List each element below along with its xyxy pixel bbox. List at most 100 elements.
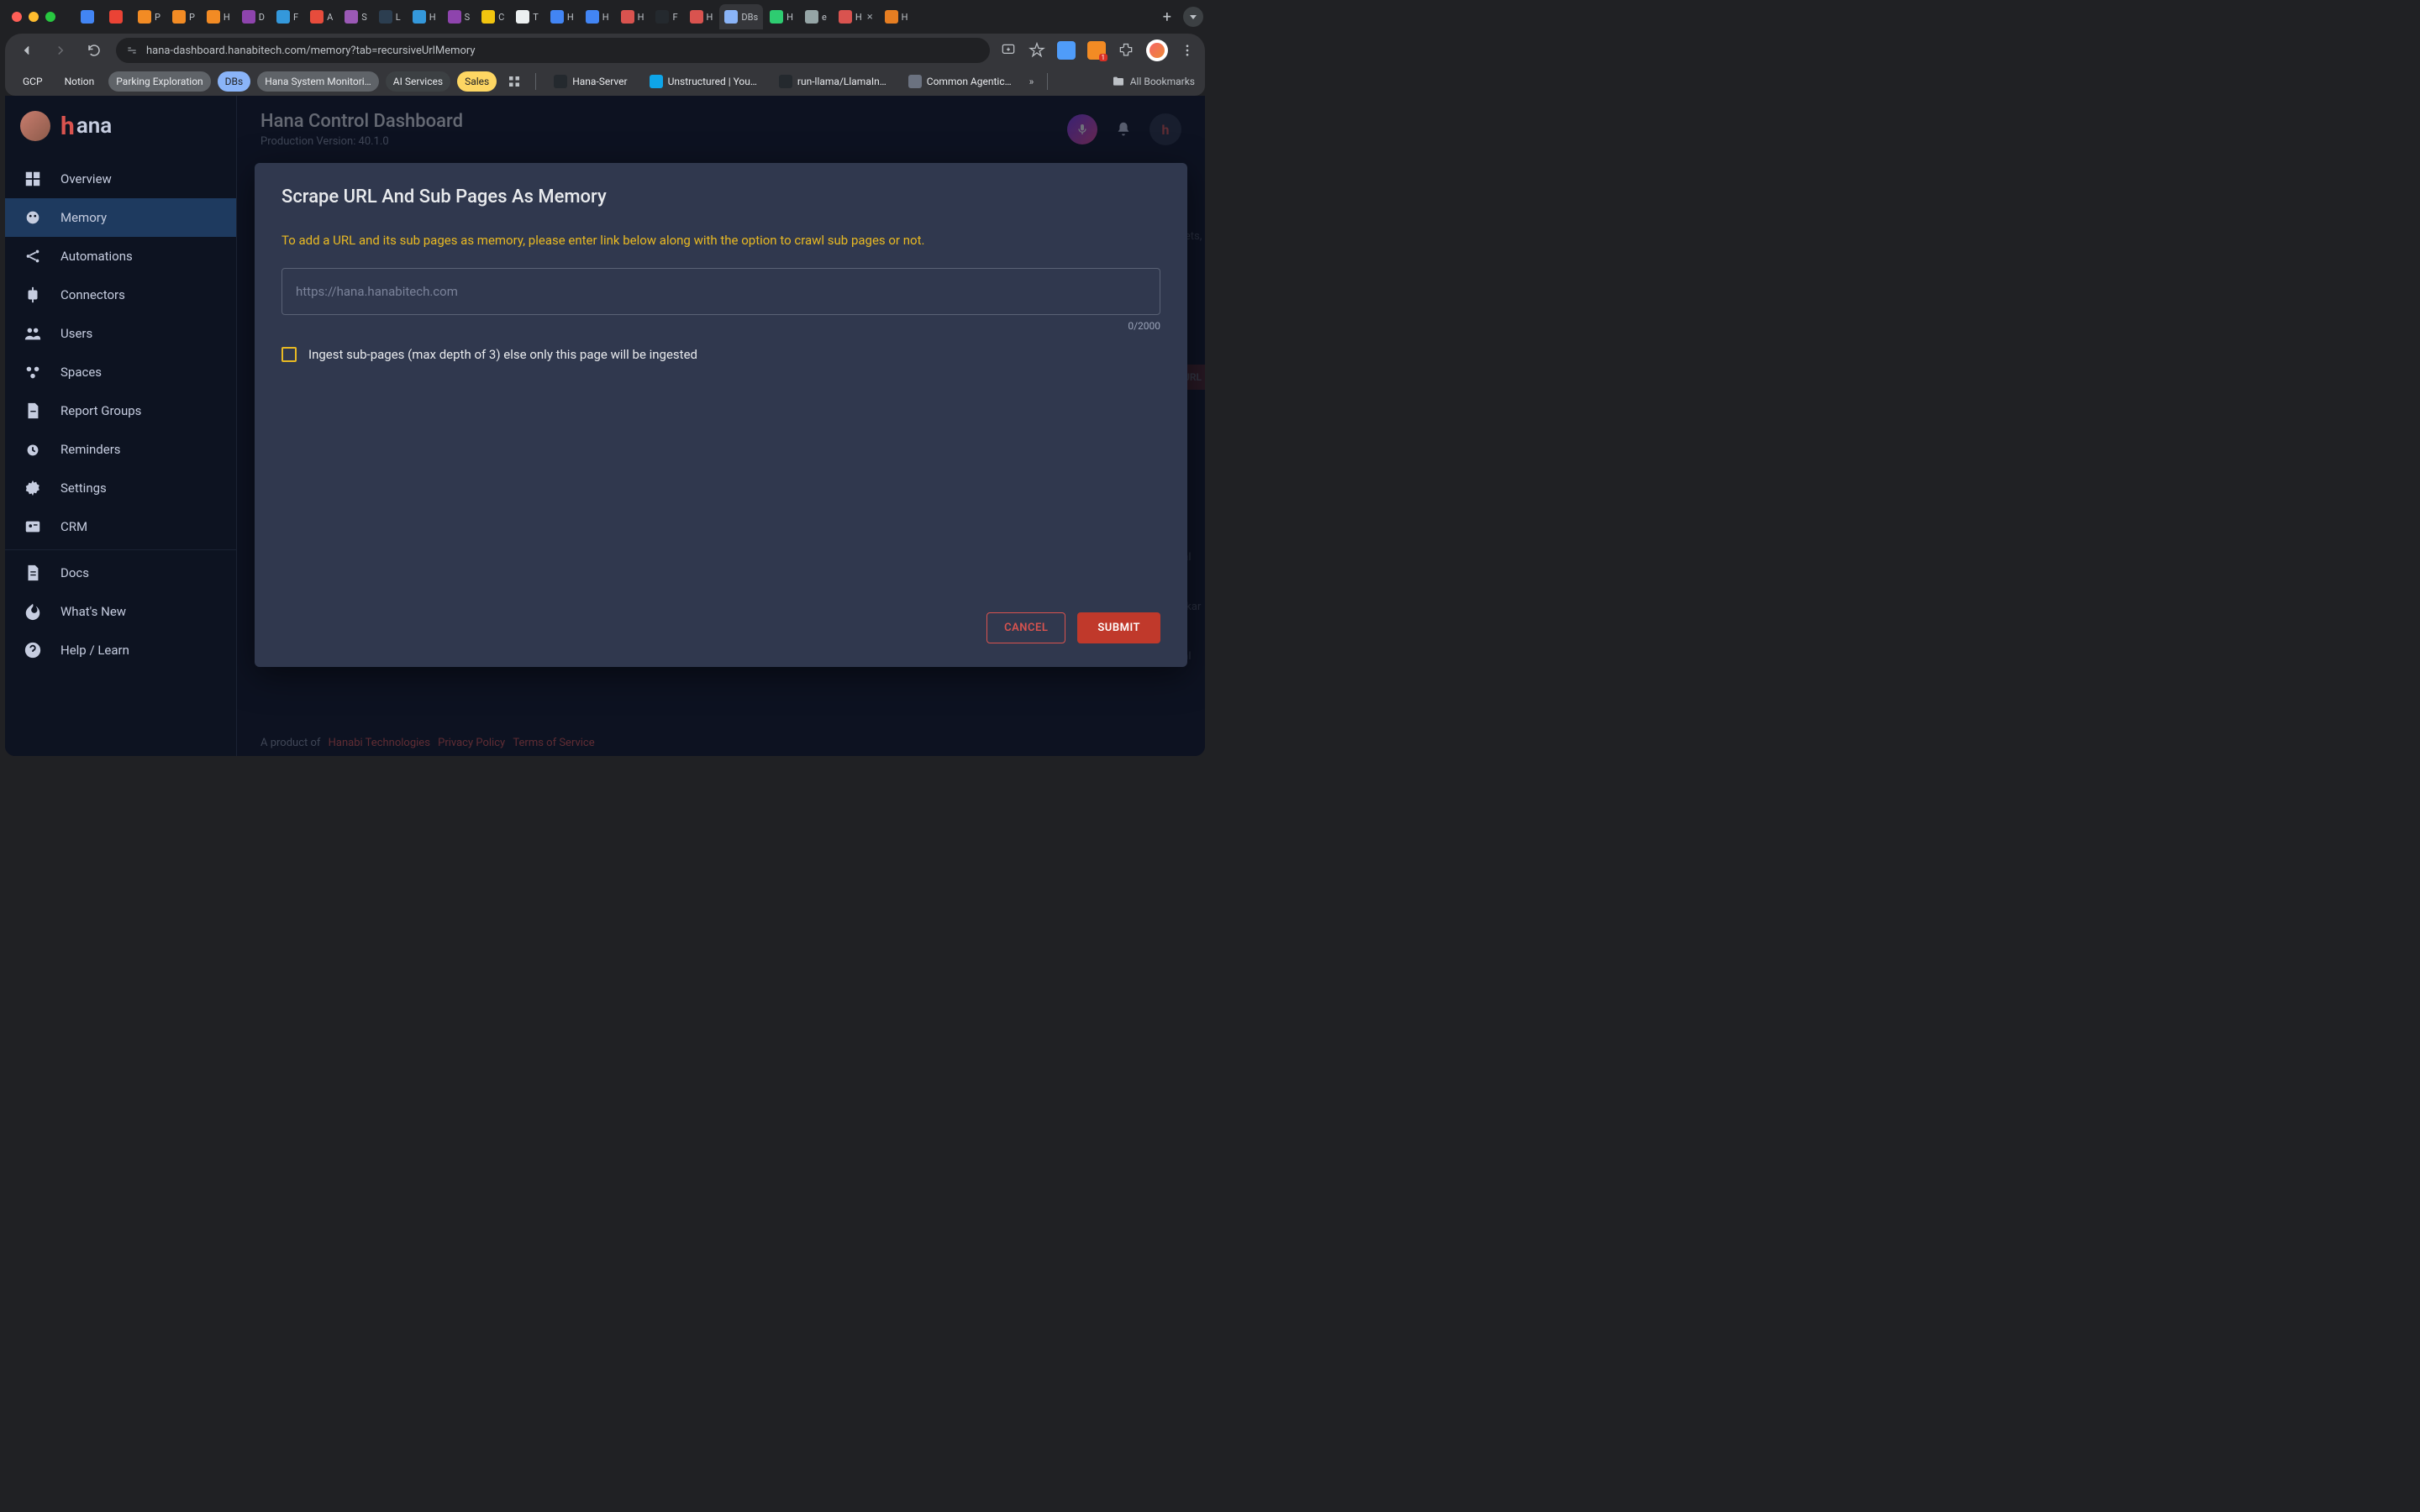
fire-icon	[24, 602, 42, 621]
bookmark-pill[interactable]: GCP	[15, 71, 50, 92]
all-bookmarks-folder[interactable]: All Bookmarks	[1112, 75, 1195, 88]
forward-button[interactable]	[49, 39, 72, 62]
profile-avatar[interactable]	[1146, 39, 1168, 61]
sidebar-item-connectors[interactable]: Connectors	[5, 276, 236, 314]
browser-tab[interactable]: F	[650, 4, 682, 29]
bookmark-star-icon[interactable]	[1028, 42, 1045, 59]
reload-button[interactable]	[82, 39, 106, 62]
browser-tab[interactable]: P	[133, 4, 166, 29]
plug-icon	[24, 286, 42, 304]
tab-favicon-icon	[621, 10, 634, 24]
install-app-icon[interactable]	[1000, 42, 1017, 59]
bookmark-pill[interactable]: Notion	[57, 71, 103, 92]
browser-tab[interactable]: T	[511, 4, 544, 29]
bookmark-pill[interactable]: Hana System Monitori…	[257, 71, 379, 92]
sidebar-item-docs[interactable]: Docs	[5, 554, 236, 592]
sidebar-item-settings[interactable]: Settings	[5, 469, 236, 507]
address-bar[interactable]: hana-dashboard.hanabitech.com/memory?tab…	[116, 38, 990, 63]
tab-favicon-icon	[690, 10, 703, 24]
tab-favicon-icon	[655, 10, 669, 24]
browser-tab[interactable]: S	[339, 4, 372, 29]
chevron-down-icon	[1190, 15, 1197, 19]
browser-tab[interactable]: C	[476, 4, 509, 29]
bookmark-pill[interactable]: DBs	[218, 71, 251, 92]
minimize-window-icon[interactable]	[29, 12, 39, 22]
close-window-icon[interactable]	[12, 12, 22, 22]
browser-tab[interactable]: H	[581, 4, 614, 29]
ingest-subpages-checkbox[interactable]	[281, 347, 297, 362]
modal-description: To add a URL and its sub pages as memory…	[281, 233, 1160, 248]
sidebar-item-users[interactable]: Users	[5, 314, 236, 353]
browser-tab[interactable]: H	[685, 4, 718, 29]
modal-backdrop[interactable]: Scrape URL And Sub Pages As Memory To ad…	[237, 96, 1205, 756]
browser-tab[interactable]: e	[800, 4, 832, 29]
bookmark-favicon-icon	[554, 75, 567, 88]
browser-tab[interactable]: H	[880, 4, 913, 29]
browser-tab[interactable]: L	[374, 4, 406, 29]
bookmark-pill[interactable]: Parking Exploration	[108, 71, 210, 92]
browser-tab[interactable]: H	[765, 4, 798, 29]
sidebar-item-what-s-new[interactable]: What's New	[5, 592, 236, 631]
browser-tab[interactable]	[104, 4, 131, 29]
browser-tab[interactable]	[76, 4, 103, 29]
sidebar-item-help-learn[interactable]: Help / Learn	[5, 631, 236, 669]
tab-favicon-icon	[724, 10, 738, 24]
url-input[interactable]	[281, 268, 1160, 315]
browser-tab[interactable]: H	[202, 4, 235, 29]
tab-close-icon[interactable]: ×	[867, 11, 873, 24]
share-icon	[24, 247, 42, 265]
tab-favicon-icon	[207, 10, 220, 24]
extensions-icon[interactable]	[1118, 42, 1134, 59]
mac-tab-strip: PPHDFASLHSCTHHHFHDBsHeH×H +	[0, 0, 1210, 34]
modal-title: Scrape URL And Sub Pages As Memory	[281, 186, 1160, 207]
sidebar-item-spaces[interactable]: Spaces	[5, 353, 236, 391]
sidebar-item-crm[interactable]: CRM	[5, 507, 236, 546]
browser-tab[interactable]: A	[305, 4, 338, 29]
tab-favicon-icon	[276, 10, 290, 24]
toolbar-icons: 1	[1000, 39, 1195, 61]
bookmark-link[interactable]: Hana-Server	[546, 71, 634, 92]
sidebar-item-memory[interactable]: Memory	[5, 198, 236, 237]
ingest-subpages-row: Ingest sub-pages (max depth of 3) else o…	[281, 347, 1160, 362]
extension-icon-2[interactable]: 1	[1087, 41, 1106, 60]
main-area: Hana Control Dashboard Production Versio…	[237, 96, 1205, 756]
bookmark-pill[interactable]: AI Services	[386, 71, 450, 92]
sidebar-item-report-groups[interactable]: Report Groups	[5, 391, 236, 430]
back-button[interactable]	[15, 39, 39, 62]
browser-tab[interactable]: S	[443, 4, 476, 29]
dashboard-icon	[24, 170, 42, 188]
tab-favicon-icon	[379, 10, 392, 24]
bookmark-pill[interactable]: Sales	[457, 71, 497, 92]
browser-tab[interactable]: H	[408, 4, 441, 29]
sidebar: hana OverviewMemoryAutomationsConnectors…	[5, 96, 237, 756]
extension-icon-1[interactable]	[1057, 41, 1076, 60]
gear-icon	[24, 479, 42, 497]
browser-tab[interactable]: H	[545, 4, 579, 29]
sidebar-item-reminders[interactable]: Reminders	[5, 430, 236, 469]
cancel-button[interactable]: CANCEL	[986, 612, 1065, 643]
bookmark-link[interactable]: Common Agentic…	[901, 71, 1019, 92]
tab-overflow-button[interactable]	[1183, 7, 1203, 27]
bookmarks-bar: GCP NotionParking Exploration DBs Hana Syst…	[5, 67, 1205, 96]
sidebar-item-overview[interactable]: Overview	[5, 160, 236, 198]
tab-favicon-icon	[448, 10, 461, 24]
apps-grid-icon[interactable]	[507, 74, 522, 89]
bookmark-link[interactable]: Unstructured | You…	[642, 71, 765, 92]
browser-tab[interactable]: D	[237, 4, 270, 29]
bookmark-link[interactable]: run-llama/LlamaIn…	[771, 71, 894, 92]
browser-tab[interactable]: DBs	[719, 4, 763, 29]
menu-icon[interactable]	[1180, 43, 1195, 58]
bookmarks-overflow[interactable]: »	[1026, 72, 1038, 91]
browser-tab[interactable]: H	[616, 4, 650, 29]
browser-tab[interactable]: H×	[834, 4, 878, 29]
brain-icon	[24, 208, 42, 227]
sidebar-item-automations[interactable]: Automations	[5, 237, 236, 276]
new-tab-button[interactable]: +	[1155, 8, 1180, 26]
browser-tab[interactable]: P	[167, 4, 200, 29]
maximize-window-icon[interactable]	[45, 12, 55, 22]
tab-favicon-icon	[770, 10, 783, 24]
org-avatar[interactable]	[20, 111, 50, 141]
submit-button[interactable]: SUBMIT	[1077, 612, 1160, 643]
help-icon	[24, 641, 42, 659]
browser-tab[interactable]: F	[271, 4, 303, 29]
